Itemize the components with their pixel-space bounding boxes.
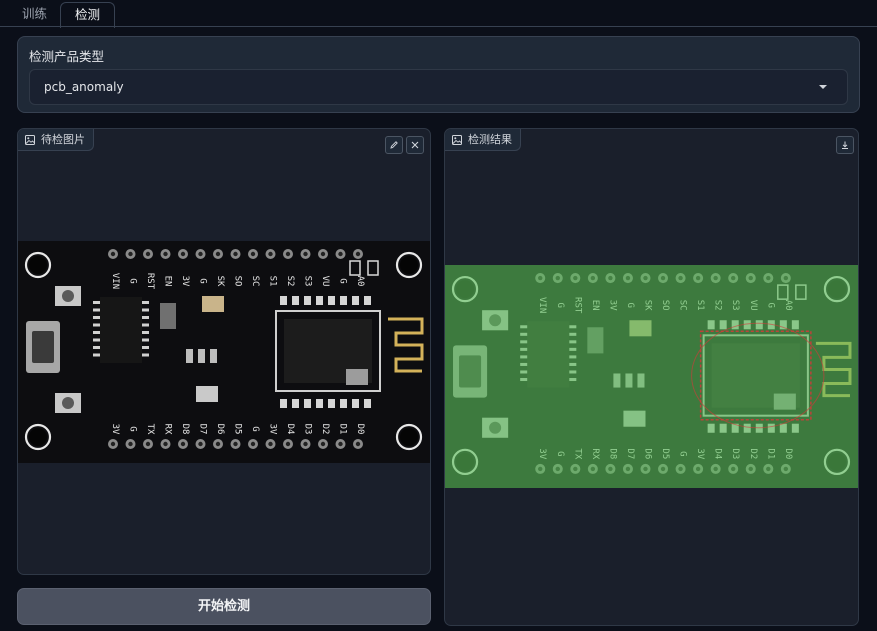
svg-text:G: G bbox=[128, 426, 138, 431]
svg-text:G: G bbox=[198, 278, 208, 283]
svg-text:D2: D2 bbox=[320, 424, 330, 435]
pcb-board-heatmap: VINGRSTEN3VGSKSOSCS1S2S3VUGA03VGTXRXD8D7… bbox=[445, 265, 858, 488]
svg-text:A0: A0 bbox=[355, 276, 365, 287]
result-image-panel: 检测结果 VINGRSTEN3VGSKSOSCS1S2S3VUGA03VGTXR… bbox=[444, 128, 859, 626]
svg-text:SK: SK bbox=[215, 276, 225, 287]
edit-button[interactable] bbox=[385, 136, 403, 154]
svg-text:G: G bbox=[338, 278, 348, 283]
svg-text:D5: D5 bbox=[233, 424, 243, 435]
svg-text:TX: TX bbox=[145, 424, 155, 435]
input-image-panel[interactable]: 待检图片 VIN G RST EN 3V G SK SO SC S1 S2 S3 VU G A0 3V G TX R… bbox=[17, 128, 431, 575]
input-image-label: 待检图片 bbox=[18, 129, 94, 151]
svg-text:3V: 3V bbox=[110, 424, 120, 435]
result-image-label: 检测结果 bbox=[445, 129, 521, 151]
svg-text:D6: D6 bbox=[215, 424, 225, 435]
svg-text:VU: VU bbox=[320, 276, 330, 287]
result-image-label-text: 检测结果 bbox=[468, 133, 512, 146]
download-button[interactable] bbox=[836, 136, 854, 154]
product-type-value: pcb_anomaly bbox=[44, 80, 124, 94]
svg-text:EN: EN bbox=[163, 276, 173, 287]
svg-text:D8: D8 bbox=[180, 424, 190, 435]
edit-icon bbox=[390, 141, 398, 149]
product-type-dropdown[interactable]: pcb_anomaly bbox=[29, 69, 848, 105]
download-icon bbox=[842, 141, 848, 149]
clear-button[interactable] bbox=[406, 136, 424, 154]
svg-text:VIN: VIN bbox=[110, 273, 120, 289]
svg-text:G: G bbox=[250, 426, 260, 431]
image-icon bbox=[25, 134, 35, 145]
svg-text:3V: 3V bbox=[180, 276, 190, 287]
svg-text:SC: SC bbox=[250, 276, 260, 287]
svg-text:S3: S3 bbox=[303, 276, 313, 287]
svg-text:SO: SO bbox=[233, 276, 243, 287]
svg-text:D1: D1 bbox=[338, 424, 348, 435]
start-detection-button[interactable]: 开始检测 bbox=[17, 588, 431, 625]
input-image: VIN G RST EN 3V G SK SO SC S1 S2 S3 VU G A0 3V G TX RX D8 D7… bbox=[18, 241, 430, 463]
svg-text:RST: RST bbox=[145, 273, 155, 290]
svg-text:D4: D4 bbox=[285, 424, 295, 435]
tab-bar: 训练 检测 bbox=[0, 0, 877, 28]
tab-train[interactable]: 训练 bbox=[8, 2, 61, 26]
product-type-label: 检测产品类型 bbox=[29, 49, 105, 64]
svg-text:S1: S1 bbox=[268, 276, 278, 287]
svg-text:3V: 3V bbox=[268, 424, 278, 435]
svg-text:D0: D0 bbox=[355, 424, 365, 435]
tab-detect[interactable]: 检测 bbox=[60, 2, 116, 28]
input-image-label-text: 待检图片 bbox=[41, 133, 85, 146]
svg-text:D7: D7 bbox=[198, 424, 208, 435]
close-icon bbox=[411, 141, 419, 149]
product-type-card: 检测产品类型 pcb_anomaly bbox=[17, 36, 860, 113]
svg-text:D3: D3 bbox=[303, 424, 313, 435]
svg-text:RX: RX bbox=[163, 424, 173, 435]
image-icon bbox=[452, 134, 462, 145]
pcb-board: VIN G RST EN 3V G SK SO SC S1 S2 S3 VU G A0 3V G TX RX D8 D7… bbox=[18, 241, 430, 463]
result-image: VINGRSTEN3VGSKSOSCS1S2S3VUGA03VGTXRXD8D7… bbox=[445, 265, 858, 488]
svg-text:G: G bbox=[128, 278, 138, 283]
tab-divider bbox=[0, 26, 877, 27]
svg-text:S2: S2 bbox=[285, 276, 295, 287]
chevron-down-icon bbox=[819, 85, 827, 89]
